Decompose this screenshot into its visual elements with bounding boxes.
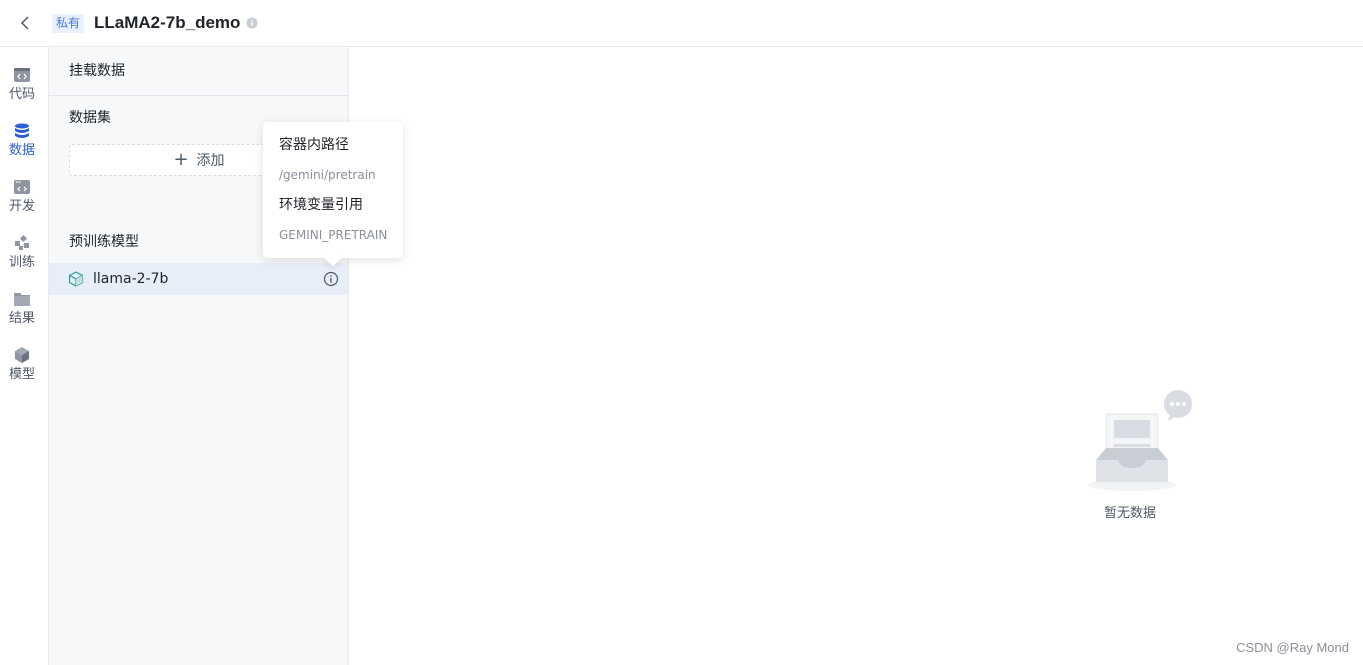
- dev-window-icon: [14, 180, 30, 194]
- container-path-label: 容器内路径: [279, 137, 349, 153]
- rail-item-data[interactable]: 数据: [0, 122, 44, 170]
- watermark: CSDN @Ray Mond: [1236, 640, 1349, 655]
- rail-item-training[interactable]: 训练: [0, 234, 44, 282]
- code-window-icon: [14, 68, 30, 82]
- plus-icon: +: [173, 149, 189, 170]
- container-path-value: /gemini/pretrain: [279, 168, 376, 182]
- private-badge: 私有: [52, 14, 85, 33]
- env-var-value: GEMINI_PRETRAIN: [279, 228, 388, 242]
- top-header: 私有 LLaMA2-7b_demo: [0, 0, 1363, 47]
- database-icon: [15, 123, 29, 138]
- dataset-section-title: 数据集: [69, 110, 111, 126]
- model-cube-icon: [68, 271, 84, 287]
- back-button[interactable]: [14, 12, 36, 34]
- model-list-item[interactable]: llama-2-7b: [49, 263, 348, 295]
- rail-label: 训练: [8, 255, 35, 270]
- rail-label: 开发: [8, 199, 35, 214]
- folder-icon: [14, 293, 30, 306]
- add-label: 添加: [196, 153, 225, 169]
- info-icon[interactable]: [246, 17, 258, 29]
- model-info-tooltip: 容器内路径 /gemini/pretrain 环境变量引用 GEMINI_PRE…: [263, 122, 403, 258]
- env-var-label: 环境变量引用: [279, 197, 363, 213]
- project-title: LLaMA2-7b_demo: [94, 13, 241, 32]
- training-nodes-icon: [15, 234, 29, 250]
- chevron-left-icon: [20, 16, 29, 30]
- left-nav-rail: 代码 数据 开发 训练 结果 模型: [0, 47, 49, 665]
- rail-item-code[interactable]: 代码: [0, 66, 44, 114]
- rail-label: 数据: [8, 143, 35, 158]
- panel-title: 挂载数据: [49, 47, 348, 96]
- rail-label: 结果: [8, 311, 35, 326]
- pretrain-section-title: 预训练模型: [69, 234, 139, 250]
- rail-item-dev[interactable]: 开发: [0, 178, 44, 226]
- rail-label: 模型: [8, 367, 35, 382]
- empty-inbox-illustration: [1088, 390, 1192, 491]
- empty-state-text: 暂无数据: [1104, 506, 1157, 521]
- rail-label: 代码: [8, 87, 35, 102]
- model-name: llama-2-7b: [93, 271, 169, 287]
- cube-icon: [15, 347, 29, 363]
- rail-item-results[interactable]: 结果: [0, 290, 44, 338]
- model-info-icon[interactable]: [323, 271, 339, 287]
- rail-item-models[interactable]: 模型: [0, 346, 44, 394]
